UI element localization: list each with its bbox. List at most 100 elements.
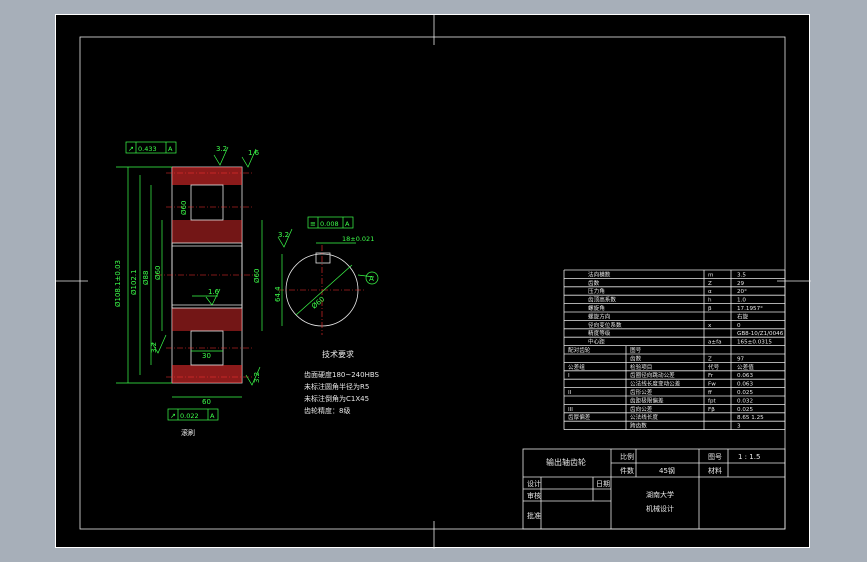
web-dia-label: Ø88 xyxy=(142,271,150,285)
pair-param-group: 齿厚偏差 xyxy=(568,413,591,421)
gear-param-symbol: m xyxy=(708,272,713,278)
inner-border xyxy=(79,36,786,530)
gear-param-name: 径向变位系数 xyxy=(588,321,622,329)
gear-param-name: 法向模数 xyxy=(588,270,611,278)
runout-bottom-value: 0.022 xyxy=(180,412,199,420)
web-thickness-label: Ø60 xyxy=(180,201,188,215)
sheet-label: 图号 xyxy=(708,453,722,461)
gear-param-symbol: Z xyxy=(708,281,712,287)
datum-label: A xyxy=(369,275,374,283)
hub-width-label: 30 xyxy=(202,352,211,360)
gear-section-view xyxy=(156,166,256,384)
gear-param-value: GB8-10/Z1/0046 xyxy=(737,331,784,337)
pair-param-value: 3 xyxy=(737,424,741,430)
tip-dia-label: Ø108.1±0.03 xyxy=(114,260,122,307)
pair-param-symbol: Z xyxy=(708,356,712,362)
pair-param-value: 0.063 xyxy=(737,382,753,388)
gear-param-name: 精度等级 xyxy=(588,329,611,337)
roughness-3: 1.6 xyxy=(208,288,220,296)
pair-param-name: 检验项目 xyxy=(630,363,652,371)
symmetry-datum: A xyxy=(345,220,350,228)
gear-param-symbol: h xyxy=(708,298,712,304)
pair-param-name: 公法线长度变动公差 xyxy=(630,380,681,388)
pair-param-group: III xyxy=(568,407,573,413)
pair-param-value: 0.025 xyxy=(737,407,753,413)
class-label: 机械设计 xyxy=(646,504,674,513)
gear-param-name: 齿顶高系数 xyxy=(588,296,616,304)
bottom-label: 滚刷 xyxy=(181,428,195,437)
roughness-5: 3.2 xyxy=(253,372,261,383)
date-label: 日期 xyxy=(596,480,610,488)
roughness-2: 1.6 xyxy=(248,149,260,157)
pair-param-group: 配对齿轮 xyxy=(568,346,591,354)
pair-param-value: 97 xyxy=(737,356,745,362)
gear-param-symbol: a±fa xyxy=(708,340,722,346)
keyway-width-label: 18±0.021 xyxy=(342,235,374,243)
material-value: 45钢 xyxy=(659,466,675,475)
pair-param-symbol: Fw xyxy=(708,382,716,388)
gear-param-symbol: x xyxy=(708,323,712,329)
keyway-depth-label: 64.4 xyxy=(274,286,282,302)
pair-param-name: 齿圈径向跳动公差 xyxy=(630,371,675,379)
pair-param-value: 0.032 xyxy=(737,398,753,404)
pair-param-name: 齿形公差 xyxy=(630,388,653,396)
pair-param-name: 齿向公差 xyxy=(630,405,653,413)
keyway-view xyxy=(278,242,375,335)
gear-param-value: 165±0.0315 xyxy=(737,340,772,346)
runout-top-datum: A xyxy=(168,145,173,153)
bore-label: Ø60 xyxy=(253,269,261,283)
pair-param-name: 图号 xyxy=(630,346,642,354)
scale-label: 比例 xyxy=(620,452,634,461)
gear-param-value: 20° xyxy=(737,289,747,295)
gear-param-symbol: β xyxy=(708,306,712,312)
pair-param-value: 8.65 1.25 xyxy=(737,415,764,421)
tech-req-title: 技术要求 xyxy=(322,349,354,359)
gear-param-name: 螺旋方向 xyxy=(588,312,611,320)
pair-param-symbol: ff xyxy=(708,390,712,396)
gear-param-name: 中心距 xyxy=(588,338,605,346)
symmetry-symbol: ≡ xyxy=(310,220,316,228)
part-name: 输出轴齿轮 xyxy=(546,457,586,467)
pair-param-value: 公差值 xyxy=(737,363,754,371)
gear-param-table: 法向模数 m 3.5 齿数 Z 29 压力角 α 20° 齿顶高系数 h 1.0 螺旋角 β 17.1957… xyxy=(563,269,786,431)
runout-top-symbol: ↗ xyxy=(128,145,134,153)
gear-param-symbol: α xyxy=(708,289,712,295)
scale-value: 1 : 1.5 xyxy=(738,453,760,461)
tech-req-1: 齿面硬度180~240HBS xyxy=(304,370,380,379)
tech-req-3: 未标注倒角为C1X45 xyxy=(304,394,369,403)
drawn-label: 设计 xyxy=(527,479,541,488)
pair-param-name: 公法线长度 xyxy=(630,413,658,421)
pair-param-name: 跨齿数 xyxy=(630,422,647,430)
cad-drawing: Ø108.1±0.03 Ø102.1 Ø88 Ø60 Ø60 Ø60 30 60… xyxy=(56,15,811,549)
gear-param-name: 螺旋角 xyxy=(588,304,605,312)
runout-top-value: 0.433 xyxy=(138,145,157,153)
school-name: 湖南大学 xyxy=(646,490,674,499)
roughness-1: 3.2 xyxy=(216,145,227,153)
drawing-sheet: Ø108.1±0.03 Ø102.1 Ø88 Ø60 Ø60 Ø60 30 60… xyxy=(55,14,811,549)
pair-param-symbol: Fr xyxy=(708,373,714,379)
tech-req-4: 齿轮精度：8级 xyxy=(304,406,350,415)
pair-param-group: II xyxy=(568,390,572,396)
symmetry-value: 0.008 xyxy=(320,220,339,228)
tech-req-2: 未标注圆角半径为R5 xyxy=(304,382,369,391)
material-label: 材料 xyxy=(708,466,722,475)
hub-dia-label: Ø60 xyxy=(154,266,162,280)
pair-param-group: 公差组 xyxy=(568,363,585,371)
pair-param-symbol: 代号 xyxy=(708,363,720,371)
pair-param-name: 齿距极限偏差 xyxy=(630,396,664,404)
face-width-label: 60 xyxy=(202,398,211,406)
gear-param-value: 3.5 xyxy=(737,272,746,278)
pair-param-value: 0.025 xyxy=(737,390,753,396)
gear-param-value: 29 xyxy=(737,281,745,287)
pair-param-name: 齿数 xyxy=(630,354,642,362)
gear-param-value: 17.1957° xyxy=(737,306,763,312)
roughness-4: 3.2 xyxy=(150,342,158,353)
section-bore-label: Ø60 xyxy=(310,295,326,310)
gear-param-value: 0 xyxy=(737,323,741,329)
pair-param-symbol: Fβ xyxy=(708,407,715,413)
runout-bottom-datum: A xyxy=(210,412,215,420)
pair-param-value: 0.063 xyxy=(737,373,753,379)
root-dia-label: Ø102.1 xyxy=(130,269,138,295)
gear-param-name: 压力角 xyxy=(588,287,605,295)
gear-param-value: 右旋 xyxy=(737,312,749,320)
